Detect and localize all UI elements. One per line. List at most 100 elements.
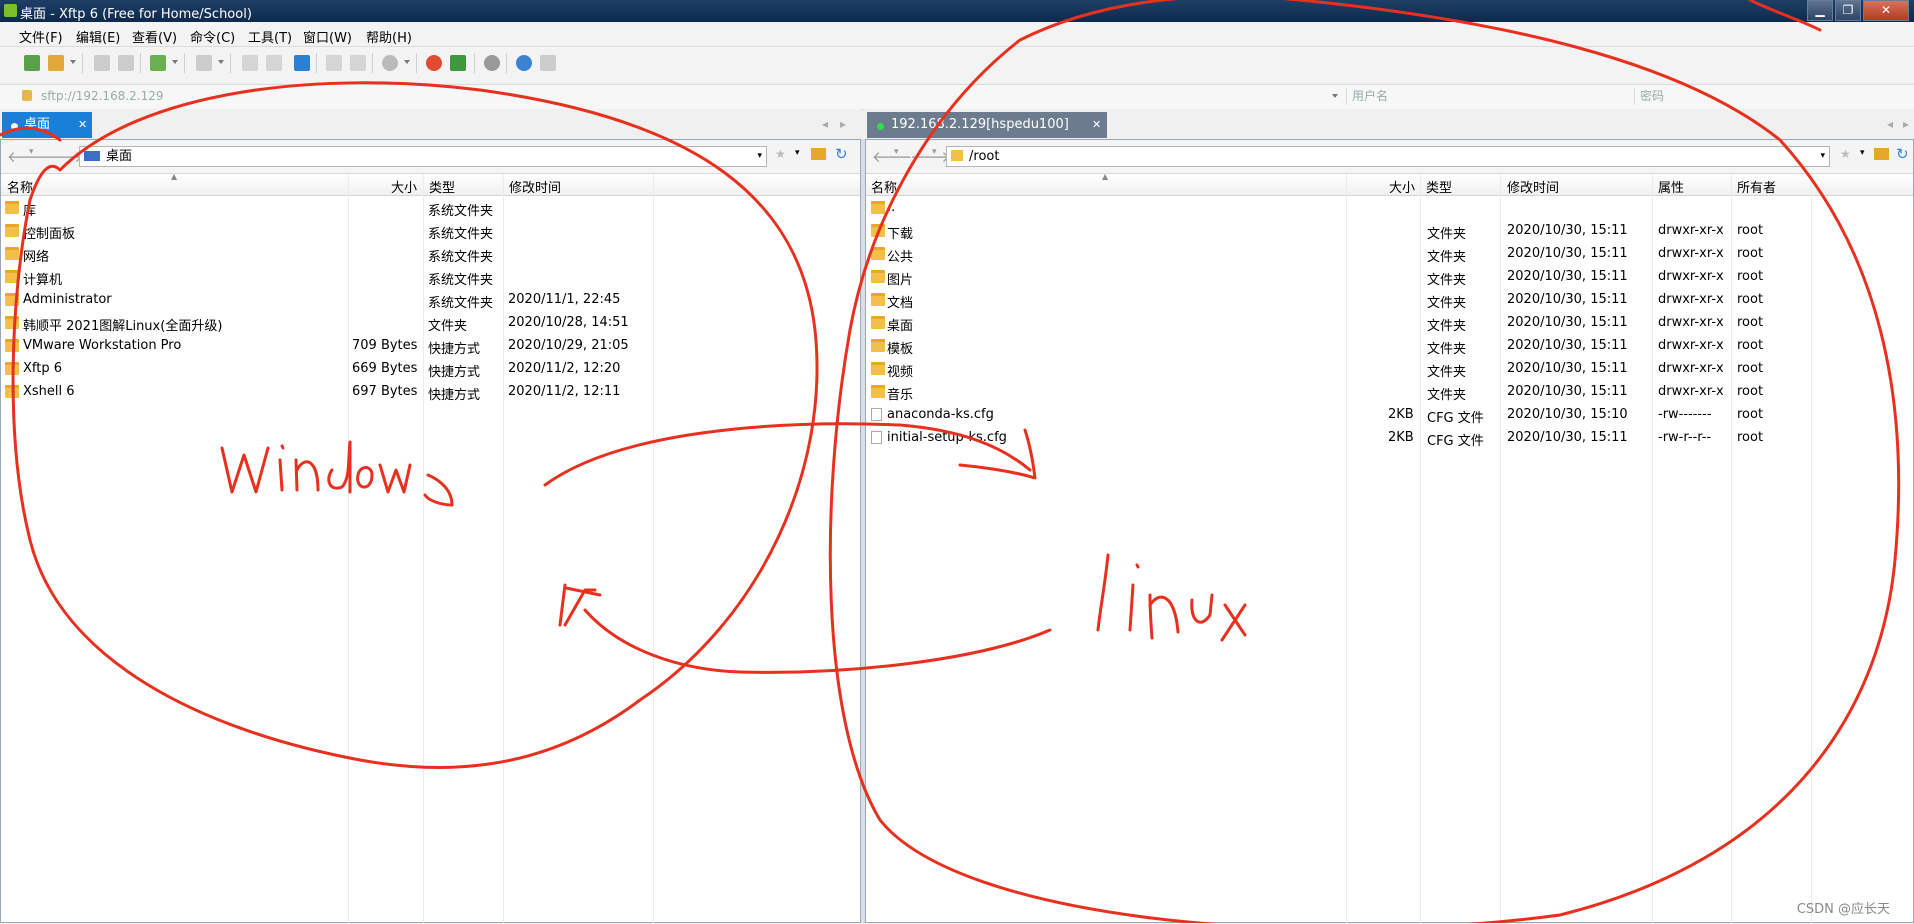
column-owner[interactable]: 所有者 bbox=[1737, 177, 1776, 196]
chevron-down-icon[interactable] bbox=[404, 60, 410, 64]
duplicate-icon[interactable] bbox=[326, 55, 342, 71]
transfer-icon[interactable] bbox=[150, 55, 166, 71]
local-nav-bar: 🡐 ▾ 🡒 桌面 ▾ ★ ▾ ↻ bbox=[1, 140, 860, 174]
local-path-box[interactable]: 桌面 ▾ bbox=[79, 146, 767, 167]
back-arrow-icon[interactable]: 🡐 bbox=[872, 147, 912, 166]
table-row[interactable]: VMware Workstation Pro 709 Bytes 快捷方式 2020/… bbox=[1, 334, 860, 357]
xshell-icon[interactable] bbox=[426, 55, 442, 71]
cell-type: 文件夹 bbox=[1427, 365, 1467, 380]
table-row[interactable]: 下载 文件夹 2020/10/30, 15:11 drwxr-xr-x root bbox=[866, 219, 1913, 242]
table-row[interactable]: Xshell 6 697 Bytes 快捷方式 2020/11/2, 12:11 bbox=[1, 380, 860, 403]
help-icon[interactable] bbox=[516, 55, 532, 71]
table-row[interactable]: 公共 文件夹 2020/10/30, 15:11 drwxr-xr-x root bbox=[866, 242, 1913, 265]
table-row[interactable]: Xftp 6 669 Bytes 快捷方式 2020/11/2, 12:20 bbox=[1, 357, 860, 380]
chevron-down-icon[interactable]: ▾ bbox=[795, 148, 800, 158]
play-icon[interactable] bbox=[196, 55, 212, 71]
address-bar: sftp://192.168.2.129 用户名 密码 bbox=[0, 84, 1914, 110]
copy-icon[interactable] bbox=[242, 55, 258, 71]
column-size[interactable]: 大小 bbox=[391, 177, 417, 196]
column-perms[interactable]: 属性 bbox=[1658, 177, 1684, 196]
tab-scroll-right-icon[interactable]: ▸ bbox=[1903, 117, 1909, 131]
column-name[interactable]: 名称 bbox=[871, 177, 897, 196]
menu-view[interactable]: 查看(V) bbox=[132, 27, 177, 46]
table-row[interactable]: 网络 系统文件夹 bbox=[1, 242, 860, 265]
tab-scroll-left-icon[interactable]: ◂ bbox=[1887, 117, 1893, 131]
host-input[interactable]: sftp://192.168.2.129 bbox=[36, 88, 1341, 105]
minimize-button[interactable]: ▁ bbox=[1807, 0, 1833, 21]
vmware-icon bbox=[5, 339, 19, 352]
bookmark-star-icon[interactable]: ★ bbox=[1840, 147, 1851, 161]
chevron-down-icon[interactable] bbox=[172, 60, 178, 64]
chevron-down-icon[interactable] bbox=[70, 60, 76, 64]
table-row[interactable]: 图片 文件夹 2020/10/30, 15:11 drwxr-xr-x root bbox=[866, 265, 1913, 288]
close-tab-icon[interactable]: ✕ bbox=[78, 112, 87, 138]
column-modified[interactable]: 修改时间 bbox=[509, 177, 561, 196]
tab-scroll-left-icon[interactable]: ◂ bbox=[822, 117, 828, 131]
refresh-icon[interactable]: ↻ bbox=[835, 145, 848, 163]
column-name[interactable]: 名称 bbox=[7, 177, 33, 196]
refresh-icon[interactable]: ↻ bbox=[1896, 145, 1909, 163]
column-size[interactable]: 大小 bbox=[1389, 177, 1415, 196]
menu-tools[interactable]: 工具(T) bbox=[248, 27, 292, 46]
table-row[interactable]: 控制面板 系统文件夹 bbox=[1, 219, 860, 242]
column-type[interactable]: 类型 bbox=[1426, 177, 1452, 196]
sync-arrows-icon[interactable] bbox=[294, 55, 310, 71]
column-type[interactable]: 类型 bbox=[429, 177, 455, 196]
table-row[interactable]: 文档 文件夹 2020/10/30, 15:11 drwxr-xr-x root bbox=[866, 288, 1913, 311]
chat-icon[interactable] bbox=[540, 55, 556, 71]
table-row[interactable]: 桌面 文件夹 2020/10/30, 15:11 drwxr-xr-x root bbox=[866, 311, 1913, 334]
table-row[interactable]: .. bbox=[866, 196, 1913, 219]
table-row[interactable]: 计算机 系统文件夹 bbox=[1, 265, 860, 288]
menu-help[interactable]: 帮助(H) bbox=[366, 27, 412, 46]
table-row[interactable]: 韩顺平 2021图解Linux(全面升级) 文件夹 2020/10/28, 14:5… bbox=[1, 311, 860, 334]
table-row[interactable]: 视频 文件夹 2020/10/30, 15:11 drwxr-xr-x root bbox=[866, 357, 1913, 380]
globe-icon[interactable] bbox=[382, 55, 398, 71]
cell-perms: drwxr-xr-x bbox=[1658, 246, 1724, 261]
tab-scroll-right-icon[interactable]: ▸ bbox=[840, 117, 846, 131]
tab-label: 桌面 bbox=[24, 117, 51, 132]
table-row[interactable]: 库 系统文件夹 bbox=[1, 196, 860, 219]
connect-icon[interactable] bbox=[94, 55, 110, 71]
menu-file[interactable]: 文件(F) bbox=[19, 27, 63, 46]
menu-window[interactable]: 窗口(W) bbox=[303, 27, 352, 46]
bookmark-star-icon[interactable]: ★ bbox=[775, 147, 786, 161]
table-row[interactable]: 音乐 文件夹 2020/10/30, 15:11 drwxr-xr-x root bbox=[866, 380, 1913, 403]
chevron-down-icon[interactable]: ▾ bbox=[757, 147, 762, 166]
table-row[interactable]: anaconda-ks.cfg 2KB CFG 文件 2020/10/30, 15:1… bbox=[866, 403, 1913, 426]
chevron-down-icon[interactable]: ▾ bbox=[932, 147, 937, 157]
folder-icon bbox=[871, 385, 885, 398]
open-folder-icon[interactable] bbox=[48, 55, 64, 71]
maximize-button[interactable]: ❐ bbox=[1835, 0, 1861, 21]
menu-edit[interactable]: 编辑(E) bbox=[76, 27, 120, 46]
back-arrow-icon[interactable]: 🡐 bbox=[7, 147, 47, 166]
username-field[interactable]: 用户名 bbox=[1346, 88, 1632, 105]
tab-local-desktop[interactable]: 桌面 ✕ bbox=[2, 112, 92, 138]
menu-command[interactable]: 命令(C) bbox=[190, 27, 235, 46]
chevron-down-icon[interactable]: ▾ bbox=[1820, 147, 1825, 166]
gear-icon[interactable] bbox=[484, 55, 500, 71]
close-button[interactable]: ✕ bbox=[1863, 0, 1909, 21]
paste-icon[interactable] bbox=[266, 55, 282, 71]
table-row[interactable]: 模板 文件夹 2020/10/30, 15:11 drwxr-xr-x root bbox=[866, 334, 1913, 357]
table-row[interactable]: Administrator 系统文件夹 2020/11/1, 22:45 bbox=[1, 288, 860, 311]
column-modified[interactable]: 修改时间 bbox=[1507, 177, 1559, 196]
home-folder-icon[interactable] bbox=[1874, 148, 1889, 160]
table-row[interactable]: initial-setup-ks.cfg 2KB CFG 文件 2020/10/30,… bbox=[866, 426, 1913, 449]
chevron-down-icon[interactable] bbox=[1332, 94, 1338, 98]
duplicate-alt-icon[interactable] bbox=[350, 55, 366, 71]
tab-remote-session[interactable]: 192.168.2.129[hspedu100] ✕ bbox=[867, 112, 1107, 138]
cell-owner: root bbox=[1737, 292, 1764, 307]
chevron-down-icon[interactable]: ▾ bbox=[29, 147, 34, 157]
disconnect-icon[interactable] bbox=[118, 55, 134, 71]
new-session-icon[interactable] bbox=[24, 55, 40, 71]
chevron-down-icon[interactable] bbox=[218, 60, 224, 64]
password-field[interactable]: 密码 bbox=[1634, 88, 1910, 105]
forward-arrow-icon[interactable]: 🡒 bbox=[43, 147, 83, 166]
close-tab-icon[interactable]: ✕ bbox=[1092, 112, 1101, 138]
remote-path-box[interactable]: /root ▾ bbox=[946, 146, 1830, 167]
chevron-down-icon[interactable]: ▾ bbox=[1860, 148, 1865, 158]
chevron-down-icon[interactable]: ▾ bbox=[894, 147, 899, 157]
home-folder-icon[interactable] bbox=[811, 148, 826, 160]
forward-arrow-icon[interactable]: 🡒 bbox=[910, 147, 950, 166]
xftp-icon[interactable] bbox=[450, 55, 466, 71]
